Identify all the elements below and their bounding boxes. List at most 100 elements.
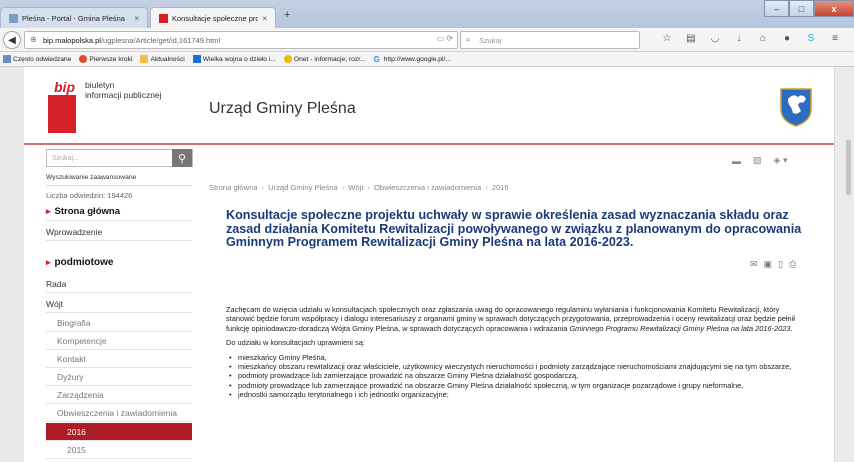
chevron-right-icon: ▸ (46, 206, 51, 216)
bookmark-item[interactable]: Wielka wojna o dzieło i... (192, 55, 276, 63)
chevron-right-icon: ▸ (46, 257, 51, 267)
bip-red-block (48, 95, 76, 133)
bookmark-item[interactable]: Aktualności (140, 55, 185, 63)
sidebar-item-kontakt[interactable]: Kontakt (46, 350, 192, 368)
sidebar-section-heading[interactable]: ▸ podmiotowe (46, 257, 113, 268)
back-arrow-icon[interactable]: ◀ (3, 31, 21, 49)
visit-counter: Liczba odwiedzin: 194426 (46, 191, 133, 200)
page-favicon-icon (9, 13, 18, 23)
bookmark-item[interactable]: Pierwsze kroki (79, 55, 132, 63)
breadcrumb-item[interactable]: Urząd Gminy Pleśna (268, 183, 338, 192)
tab-plesna-portal[interactable]: Pleśna - Portal - Gmina Pleśna × (0, 7, 148, 28)
rss-icon (140, 55, 149, 63)
browser-search-input[interactable]: ⌕ Szukaj (460, 31, 640, 49)
eligibility-list: mieszkańcy Gminy Pleśna, mieszkańcy obsz… (226, 353, 806, 400)
download-icon[interactable]: ↓ (732, 33, 746, 44)
sidebar-item-kompetencje[interactable]: Kompetencje (46, 332, 192, 350)
window-controls: – □ x (764, 0, 854, 17)
tab-close-icon[interactable]: × (262, 14, 267, 23)
bookmark-item[interactable]: Onet - informacje, rozr... (283, 55, 366, 63)
bip-word: bip (54, 79, 75, 95)
sidebar-item-2015[interactable]: 2015 (46, 441, 192, 459)
pocket-icon[interactable]: ◡ (708, 33, 722, 44)
document-icon[interactable]: ▯ (778, 259, 783, 270)
sidebar-item-obwieszczenia[interactable]: Obwieszczenia i zawiadomienia (46, 404, 192, 422)
pdf-icon[interactable]: ▣ (764, 259, 773, 270)
paragraph: Zachęcam do wzięcia udziału w konsultacj… (226, 305, 795, 333)
sidebar-item-dyzury[interactable]: Dyżury (46, 368, 192, 386)
scrollbar-thumb[interactable] (846, 140, 851, 195)
sidebar-item-intro[interactable]: Wprowadzenie (46, 223, 192, 241)
url-domain: bip.malopolska.pl (43, 35, 101, 45)
divider (46, 185, 192, 186)
site-header: bip biuletyn informacji publicznej Urząd… (24, 67, 834, 145)
list-item: mieszkańcy Gminy Pleśna, (226, 353, 806, 363)
tab-label: Konsultacje społeczne proj... (172, 13, 259, 23)
firefox-icon (79, 55, 88, 63)
star-icon[interactable]: ☆ (660, 33, 674, 44)
search-icon: ⌕ (466, 35, 471, 44)
google-icon: G (373, 55, 380, 64)
tab-close-icon[interactable]: × (134, 14, 139, 23)
email-icon[interactable]: ✉ (750, 259, 758, 270)
maximize-button[interactable]: □ (789, 0, 814, 17)
bookmark-item[interactable]: Ghttp://www.google.pl/... (373, 55, 451, 64)
home-icon[interactable]: ⌂ (756, 33, 770, 44)
site-search-input[interactable]: Szukaj... (46, 149, 193, 167)
browser-titlebar: Pleśna - Portal - Gmina Pleśna × Konsult… (0, 0, 854, 28)
advanced-search-link[interactable]: Wyszukiwanie zaawansowane (46, 174, 136, 181)
coat-of-arms-icon (780, 88, 812, 127)
close-window-button[interactable]: x (814, 0, 854, 17)
paragraph: Do udziału w konsultacjach uprawnieni są… (226, 338, 365, 348)
chevron-right-icon: › (367, 183, 370, 192)
bookmark-icon (192, 55, 201, 63)
onet-icon (283, 55, 292, 63)
toolbar-icons: ☆ ▤ ◡ ↓ ⌂ ● S ≡ K (660, 33, 854, 44)
bookmark-icon (3, 55, 11, 63)
bookmarks-bar: Często odwiedzane Pierwsze kroki Aktualn… (0, 52, 854, 67)
tab-konsultacje[interactable]: Konsultacje społeczne proj... × (150, 7, 276, 28)
chevron-right-icon: › (485, 183, 488, 192)
url-path: /ugplesna/Article/get/id,161749.html (100, 35, 221, 45)
bookmarks-list-icon[interactable]: ▤ (684, 33, 698, 44)
site-title: Urząd Gminy Pleśna (209, 100, 356, 117)
scrollbar[interactable] (834, 67, 854, 462)
sidebar-item-wojt[interactable]: Wójt (46, 295, 192, 313)
sidebar-item-2016[interactable]: 2016 (46, 423, 192, 441)
print-icon[interactable]: ⎙ (789, 259, 796, 270)
breadcrumb-item[interactable]: Wójt (348, 183, 363, 192)
sidebar-item-biografia[interactable]: Biografia (46, 314, 192, 332)
web-page: bip biuletyn informacji publicznej Urząd… (24, 67, 834, 462)
menu-icon[interactable]: ≡ (828, 33, 842, 44)
breadcrumb-item: 2016 (491, 183, 509, 192)
list-item: jednostki samorządu terytorialnego i ich… (226, 390, 806, 400)
chat-icon[interactable]: ● (780, 33, 794, 44)
sidebar-item-rada[interactable]: Rada (46, 275, 192, 293)
sidebar: Szukaj... ⚲ Wyszukiwanie zaawansowane Li… (24, 145, 193, 462)
breadcrumb-item[interactable]: Obwieszczenia i zawiadomienia (374, 183, 481, 192)
article-title: Konsultacje społeczne projektu uchwały w… (226, 208, 802, 249)
bip-description: biuletyn informacji publicznej (85, 80, 162, 100)
breadcrumb: Strona główna › Urząd Gminy Pleśna › Wójt ›… (209, 183, 509, 192)
article-tools: ✉ ▣ ▯ ⎙ (750, 259, 796, 270)
chevron-right-icon: › (341, 183, 345, 192)
sidebar-item-home[interactable]: ▸ Strona główna (46, 203, 192, 221)
search-button[interactable]: ⚲ (172, 149, 192, 167)
globe-icon: ⊕ (30, 35, 37, 44)
skype-icon[interactable]: S (804, 33, 818, 44)
list-item: mieszkańcy obszaru rewitalizacji oraz wł… (226, 362, 806, 372)
minimize-button[interactable]: – (764, 0, 789, 17)
bookmark-item[interactable]: Często odwiedzane (3, 55, 71, 63)
breadcrumb-item[interactable]: Strona główna (209, 183, 258, 192)
main-content: Strona główna › Urząd Gminy Pleśna › Wójt ›… (209, 145, 809, 462)
new-tab-button[interactable]: + (284, 9, 290, 21)
chevron-right-icon: › (261, 183, 265, 192)
search-placeholder: Szukaj (479, 35, 502, 45)
search-icon: ⚲ (177, 152, 187, 165)
url-bar[interactable]: ⊕ bip.malopolska.pl/ugplesna/Article/get… (24, 31, 458, 49)
sidebar-item-zarzadzenia[interactable]: Zarządzenia (46, 386, 192, 404)
bip-logo[interactable]: bip biuletyn informacji publicznej (48, 79, 162, 133)
list-item: podmioty prowadzące lub zamierzające pro… (226, 381, 806, 391)
reload-icon[interactable]: ▭ ⟳ (437, 34, 453, 43)
article-body: Zachęcam do wzięcia udziału w konsultacj… (226, 305, 806, 400)
